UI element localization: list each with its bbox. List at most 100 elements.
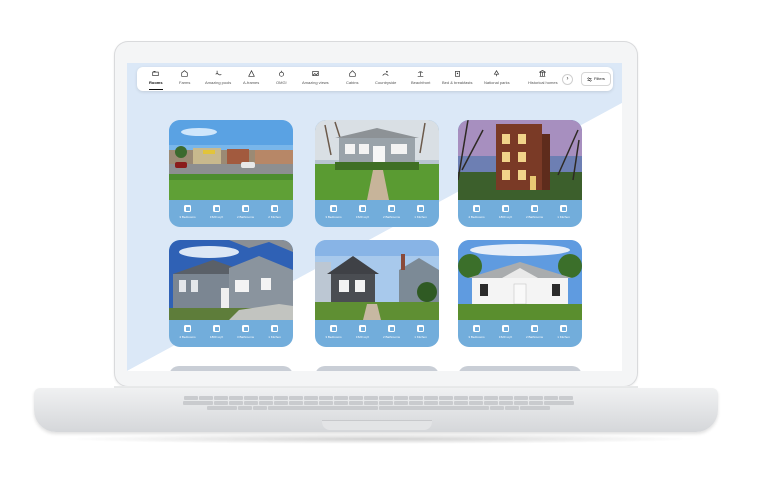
area-icon — [213, 325, 220, 332]
bath-icon — [531, 325, 538, 332]
listing-stat: 1520 sq ft — [350, 202, 376, 226]
stat-label: 3 Bathrooms — [236, 335, 254, 339]
farm-icon — [181, 70, 188, 77]
listing-card[interactable]: 3 Bedrooms 1520 sq ft 2 Bathrooms 1 Kitchen — [315, 240, 439, 347]
active-underline — [149, 89, 163, 90]
bed-icon — [473, 325, 480, 332]
area-icon — [502, 325, 509, 332]
category-label: Beachfront — [411, 80, 431, 85]
house-photo — [169, 240, 293, 320]
next-category-button[interactable]: › — [562, 74, 573, 85]
bed-icon — [184, 205, 191, 212]
listing-stat: 4 Bedrooms — [464, 202, 490, 226]
filter-icon — [587, 77, 592, 81]
category-historical-homes[interactable]: Historical homes — [528, 70, 558, 85]
listing-photo[interactable] — [169, 240, 293, 320]
stat-label: 2 Bathrooms — [382, 335, 400, 339]
listing-stat: 1 Kitchen — [408, 202, 434, 226]
laptop-shadow — [60, 434, 700, 444]
category-bed-breakfasts[interactable]: Bed & breakfasts — [442, 70, 472, 85]
stat-label: 3 Bedrooms — [179, 215, 196, 219]
category-national-parks[interactable]: National parks — [484, 70, 510, 85]
category-beachfront[interactable]: Beachfront — [411, 70, 430, 85]
stat-label: 3 Bedrooms — [325, 215, 342, 219]
stat-label: 4 Bedrooms — [468, 215, 485, 219]
listing-stat: 1 Kitchen — [262, 322, 288, 346]
listing-stat: 1 Kitchen — [408, 322, 434, 346]
listing-photo[interactable] — [315, 240, 439, 320]
stat-label: 3 Bedrooms — [468, 335, 485, 339]
stat-label: 1 Kitchen — [414, 335, 427, 339]
listing-stat: 2 Kitchen — [262, 202, 288, 226]
category-farms[interactable]: Farms — [179, 70, 190, 85]
listing-stats: 3 Bedrooms 1520 sq ft 2 Bathrooms 1 Kitchen — [458, 322, 582, 346]
stat-label: 1520 sq ft — [355, 215, 370, 219]
pool-icon — [215, 70, 222, 76]
stat-label: 1520 sq ft — [209, 215, 224, 219]
listing-stat: 2 Bathrooms — [379, 202, 405, 226]
kitchen-icon — [417, 205, 424, 212]
stat-label: 1 Kitchen — [557, 335, 570, 339]
listing-stat: 4 Bedrooms — [175, 322, 201, 346]
listing-stats: 4 Bedrooms 1800 sq ft 2 Bathrooms 1 Kitchen — [458, 202, 582, 226]
listing-card-peek — [169, 366, 293, 371]
listing-photo[interactable] — [169, 120, 293, 200]
listing-stat: 3 Bathrooms — [233, 322, 259, 346]
kitchen-icon — [271, 325, 278, 332]
stat-label: 4 Bedrooms — [179, 335, 196, 339]
listing-photo[interactable] — [315, 120, 439, 200]
stat-label: 1520 sq ft — [355, 335, 370, 339]
category-a-frames[interactable]: A-frames — [243, 70, 259, 85]
listing-card[interactable]: 3 Bedrooms 1520 sq ft 2 Bathrooms 2 Kitchen — [169, 120, 293, 227]
listing-stat: 1 Kitchen — [551, 322, 577, 346]
kitchen-icon — [271, 205, 278, 212]
listing-card[interactable]: 4 Bedrooms 1800 sq ft 2 Bathrooms 1 Kitchen — [458, 120, 582, 227]
kitchen-icon — [560, 325, 567, 332]
category-label: Bed & breakfasts — [442, 80, 473, 85]
category-label: Historical homes — [528, 80, 558, 85]
bath-icon — [531, 205, 538, 212]
category-cabins[interactable]: Cabins — [346, 70, 358, 85]
category-countryside[interactable]: Countryside — [375, 70, 396, 85]
park-icon — [494, 70, 500, 77]
listing-card[interactable]: 3 Bedrooms 1520 sq ft 2 Bathrooms 1 Kitchen — [315, 120, 439, 227]
bath-icon — [242, 325, 249, 332]
listing-card-peek — [315, 366, 439, 371]
listing-stats: 3 Bedrooms 1520 sq ft 2 Bathrooms 1 Kitchen — [315, 202, 439, 226]
listing-stat: 1520 sq ft — [493, 322, 519, 346]
laptop-screen: Rooms Farms Amazing pools A-frames OMG! Amazi… — [127, 63, 622, 371]
bed-icon — [330, 205, 337, 212]
laptop-keyboard — [108, 396, 648, 414]
listing-stats: 3 Bedrooms 1520 sq ft 2 Bathrooms 1 Kitchen — [315, 322, 439, 346]
countryside-icon — [382, 70, 389, 76]
listing-stat: 1520 sq ft — [350, 322, 376, 346]
category-rooms[interactable]: Rooms — [149, 70, 163, 90]
listing-stat: 1800 sq ft — [204, 322, 230, 346]
listing-stat: 2 Bathrooms — [522, 202, 548, 226]
listing-stat: 2 Bathrooms — [379, 322, 405, 346]
listing-card[interactable]: 4 Bedrooms 1800 sq ft 3 Bathrooms 1 Kitchen — [169, 240, 293, 347]
rooms-icon — [152, 71, 159, 76]
house-photo — [458, 120, 582, 200]
stat-label: 1520 sq ft — [498, 335, 513, 339]
listing-card[interactable]: 3 Bedrooms 1520 sq ft 2 Bathrooms 1 Kitchen — [458, 240, 582, 347]
listing-stat: 3 Bedrooms — [321, 322, 347, 346]
stat-label: 2 Bathrooms — [382, 215, 400, 219]
house-photo — [458, 240, 582, 320]
stat-label: 2 Kitchen — [268, 215, 281, 219]
listing-photo[interactable] — [458, 120, 582, 200]
category-label: Cabins — [346, 80, 359, 85]
stat-label: 1 Kitchen — [268, 335, 281, 339]
category-omg[interactable]: OMG! — [276, 70, 287, 85]
category-amazing-pools[interactable]: Amazing pools — [205, 70, 231, 85]
house-photo — [315, 240, 439, 320]
kitchen-icon — [560, 205, 567, 212]
area-icon — [213, 205, 220, 212]
category-amazing-views[interactable]: Amazing views — [302, 70, 329, 85]
omg-icon — [278, 70, 284, 77]
listing-photo[interactable] — [458, 240, 582, 320]
filters-button[interactable]: Filters — [581, 72, 611, 86]
bed-icon — [330, 325, 337, 332]
house-photo — [169, 120, 293, 200]
listing-stat: 3 Bedrooms — [175, 202, 201, 226]
